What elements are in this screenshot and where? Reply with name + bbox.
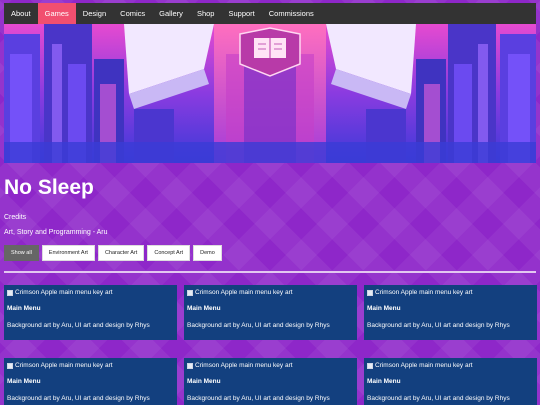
- card-image: Crimson Apple main menu key art: [367, 289, 534, 296]
- filter-show-all-button[interactable]: Show all: [4, 245, 39, 261]
- gallery-card[interactable]: Crimson Apple main menu key art Main Men…: [184, 285, 357, 340]
- card-description: Background art by Aru, UI art and design…: [7, 322, 150, 329]
- broken-image-icon: [367, 289, 373, 296]
- broken-image-icon: [7, 289, 13, 296]
- broken-image-icon: [187, 362, 193, 369]
- top-nav: About Games Design Comics Gallery Shop S…: [4, 3, 536, 24]
- card-title: Main Menu: [187, 305, 221, 312]
- card-title: Main Menu: [7, 305, 41, 312]
- card-image: Crimson Apple main menu key art: [187, 289, 354, 296]
- nav-item-design[interactable]: Design: [76, 3, 113, 24]
- page-title: No Sleep: [4, 176, 94, 199]
- card-image: Crimson Apple main menu key art: [7, 362, 174, 369]
- card-image-alt-text: Crimson Apple main menu key art: [15, 362, 113, 369]
- card-image-alt-text: Crimson Apple main menu key art: [15, 289, 113, 296]
- filter-environment-art-button[interactable]: Environment Art: [41, 245, 95, 261]
- credits-text: Art, Story and Programming - Aru: [4, 229, 108, 236]
- gallery-card[interactable]: Crimson Apple main menu key art Main Men…: [364, 285, 537, 340]
- card-title: Main Menu: [7, 378, 41, 385]
- card-description: Background art by Aru, UI art and design…: [187, 322, 330, 329]
- gallery-card[interactable]: Crimson Apple main menu key art Main Men…: [4, 285, 177, 340]
- nav-item-comics[interactable]: Comics: [113, 3, 152, 24]
- card-image-alt-text: Crimson Apple main menu key art: [195, 362, 293, 369]
- card-description: Background art by Aru, UI art and design…: [7, 395, 150, 402]
- card-image-alt-text: Crimson Apple main menu key art: [195, 289, 293, 296]
- gallery-grid: Crimson Apple main menu key art Main Men…: [4, 285, 537, 405]
- filter-bar: Show all Environment Art Character Art C…: [4, 245, 222, 261]
- nav-item-games[interactable]: Games: [37, 3, 76, 24]
- filter-character-art-button[interactable]: Character Art: [97, 245, 145, 261]
- card-description: Background art by Aru, UI art and design…: [367, 395, 510, 402]
- nav-item-commissions[interactable]: Commissions: [262, 3, 321, 24]
- filter-demo-button[interactable]: Demo: [193, 245, 222, 261]
- gallery-card[interactable]: Crimson Apple main menu key art Main Men…: [184, 358, 357, 405]
- gallery-card[interactable]: Crimson Apple main menu key art Main Men…: [4, 358, 177, 405]
- filter-concept-art-button[interactable]: Concept Art: [147, 245, 191, 261]
- nav-item-support[interactable]: Support: [221, 3, 261, 24]
- card-description: Background art by Aru, UI art and design…: [187, 395, 330, 402]
- card-image: Crimson Apple main menu key art: [367, 362, 534, 369]
- card-title: Main Menu: [187, 378, 221, 385]
- card-image: Crimson Apple main menu key art: [7, 289, 174, 296]
- broken-image-icon: [187, 289, 193, 296]
- credits-label: Credits: [4, 214, 27, 221]
- nav-item-gallery[interactable]: Gallery: [152, 3, 190, 24]
- card-title: Main Menu: [367, 305, 401, 312]
- nav-item-about[interactable]: About: [4, 3, 38, 24]
- hero-illustration: [4, 24, 536, 163]
- card-title: Main Menu: [367, 378, 401, 385]
- broken-image-icon: [367, 362, 373, 369]
- card-description: Background art by Aru, UI art and design…: [367, 322, 510, 329]
- section-divider: [4, 271, 536, 273]
- card-image-alt-text: Crimson Apple main menu key art: [375, 362, 473, 369]
- hero-banner: [4, 24, 536, 163]
- card-image: Crimson Apple main menu key art: [187, 362, 354, 369]
- gallery-card[interactable]: Crimson Apple main menu key art Main Men…: [364, 358, 537, 405]
- nav-item-shop[interactable]: Shop: [190, 3, 222, 24]
- broken-image-icon: [7, 362, 13, 369]
- card-image-alt-text: Crimson Apple main menu key art: [375, 289, 473, 296]
